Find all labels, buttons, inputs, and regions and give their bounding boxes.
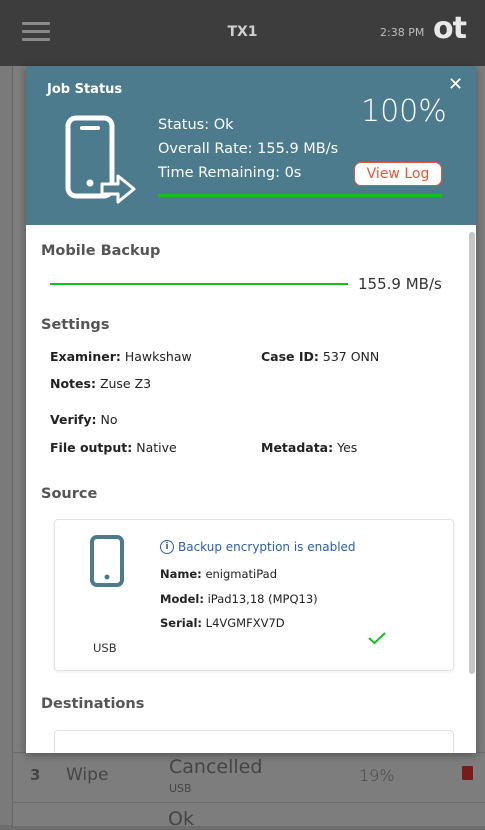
destinations-heading: Destinations xyxy=(41,696,145,712)
notes-field: Notes: Zuse Z3 xyxy=(50,376,151,391)
view-log-button[interactable]: View Log xyxy=(354,162,442,186)
file-output-field: File output: Native xyxy=(50,440,177,455)
field-value: Yes xyxy=(337,440,358,455)
overall-rate-text: Overall Rate: 155.9 MB/s xyxy=(158,141,339,157)
field-label: Model: xyxy=(160,592,204,606)
row-number: 3 xyxy=(30,766,41,784)
tablet-icon xyxy=(90,535,124,587)
progress-percent: 100% xyxy=(361,94,447,129)
overall-progress-bar xyxy=(158,194,442,197)
backup-rate: 155.9 MB/s xyxy=(358,275,442,293)
close-icon[interactable]: ✕ xyxy=(448,76,463,94)
source-model-field: Model: iPad13,18 (MPQ13) xyxy=(160,592,318,606)
field-value: No xyxy=(100,412,118,427)
status-text: Status: Ok xyxy=(158,117,234,133)
field-label: Serial: xyxy=(160,616,202,630)
row-status-sub: USB xyxy=(169,782,192,795)
encryption-notice: Backup encryption is enabled xyxy=(178,540,356,554)
field-value: iPad13,18 (MPQ13) xyxy=(207,592,318,606)
settings-heading: Settings xyxy=(41,317,110,333)
row-status: Ok xyxy=(168,808,194,830)
field-value: Zuse Z3 xyxy=(99,376,152,391)
logo: ot xyxy=(433,11,467,46)
phone-transfer-icon xyxy=(65,115,136,204)
case-id-field: Case ID: 537 ONN xyxy=(261,349,379,364)
top-bar: TX1 2:38 PM ot xyxy=(0,0,485,66)
field-value: enigmatiPad xyxy=(205,567,278,581)
row-task: Wipe xyxy=(66,765,109,785)
checkmark-icon xyxy=(368,632,386,644)
examiner-field: Examiner: Hawkshaw xyxy=(50,349,192,364)
field-label: Examiner: xyxy=(50,349,121,364)
clock: 2:38 PM xyxy=(380,26,425,39)
source-interface: USB xyxy=(93,641,117,655)
source-card[interactable]: i Backup encryption is enabled Name: eni… xyxy=(54,519,454,671)
row-percent: 19% xyxy=(359,766,395,785)
job-status-dialog: Job Status ✕ 100% Status: Ok Overall Rat… xyxy=(26,66,476,753)
field-label: Verify: xyxy=(50,412,97,427)
row-status: Cancelled xyxy=(169,756,263,778)
field-label: Name: xyxy=(160,567,202,581)
backup-progress-bar xyxy=(50,283,348,285)
scrollbar[interactable] xyxy=(469,232,475,674)
mobile-backup-heading: Mobile Backup xyxy=(41,243,161,259)
dialog-title: Job Status xyxy=(47,82,123,97)
field-value: Native xyxy=(136,440,177,455)
field-label: File output: xyxy=(50,440,133,455)
trash-icon[interactable] xyxy=(462,766,473,780)
divider xyxy=(12,802,485,803)
field-value: Hawkshaw xyxy=(124,349,192,364)
destination-card[interactable] xyxy=(54,730,454,753)
field-label: Notes: xyxy=(50,376,96,391)
verify-field: Verify: No xyxy=(50,412,118,427)
field-value: L4VGMFXV7D xyxy=(205,616,285,630)
table-row[interactable]: 3 Wipe Cancelled USB 19% xyxy=(12,752,485,802)
source-name-field: Name: enigmatiPad xyxy=(160,567,277,581)
field-value: 537 ONN xyxy=(322,349,380,364)
field-label: Case ID: xyxy=(261,349,319,364)
metadata-field: Metadata: Yes xyxy=(261,440,357,455)
dialog-header: Job Status ✕ 100% Status: Ok Overall Rat… xyxy=(26,66,476,225)
source-heading: Source xyxy=(41,486,98,502)
time-remaining-text: Time Remaining: 0s xyxy=(158,165,302,181)
info-icon: i xyxy=(160,540,174,554)
source-serial-field: Serial: L4VGMFXV7D xyxy=(160,616,285,630)
field-label: Metadata: xyxy=(261,440,334,455)
